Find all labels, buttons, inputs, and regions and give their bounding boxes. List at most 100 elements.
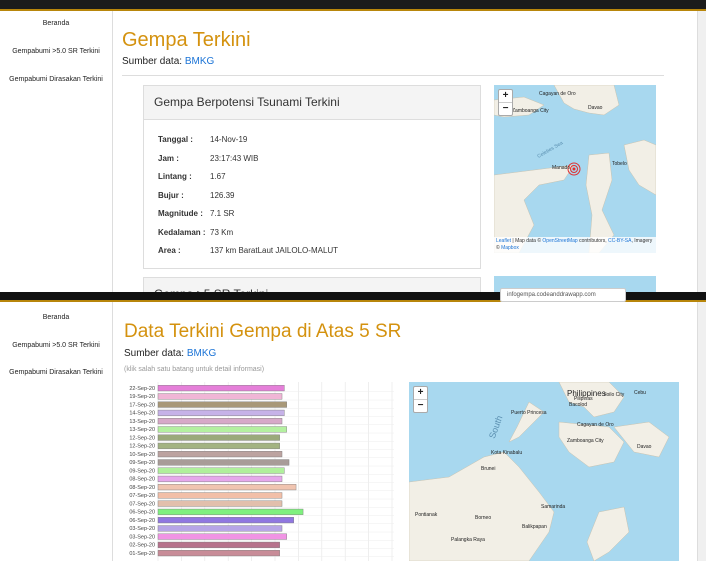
- map-place-label: Cagayan de Oro: [539, 91, 576, 97]
- chart-bar[interactable]: [157, 550, 280, 557]
- map-place-label: Samarinda: [541, 504, 566, 510]
- chart-bar[interactable]: [157, 492, 283, 499]
- top-sidebar: Beranda Gempabumi >5.0 SR Terkini Gempab…: [0, 11, 113, 292]
- chart-category-label: 06-Sep-20: [129, 510, 155, 516]
- chart-bar[interactable]: [157, 418, 283, 425]
- map-place-label: Kota Kinabalu: [491, 450, 523, 456]
- field-row: Lintang : 1.67: [158, 172, 458, 182]
- map-place-label: Davao: [588, 105, 603, 111]
- chart-category-label: 19-Sep-20: [129, 394, 155, 400]
- map-place-label: Zamboanga City: [567, 438, 604, 444]
- nav-gempabumi-terkini[interactable]: Gempabumi >5.0 SR Terkini: [0, 47, 112, 56]
- chart-bar[interactable]: [157, 401, 287, 408]
- field-label: Area :: [158, 246, 181, 255]
- attrib-contrib: contributors,: [577, 238, 607, 244]
- field-value: 126.39: [210, 190, 235, 200]
- map-place-label: Iloilo City: [604, 392, 625, 398]
- map-place-label: Pontianak: [415, 512, 438, 518]
- field-row: Bujur : 126.39: [158, 191, 458, 201]
- chart-bar[interactable]: [157, 409, 285, 416]
- source-link-bmkg[interactable]: BMKG: [185, 56, 214, 67]
- map-place-label: Borneo: [475, 515, 492, 521]
- map-place-label: Cebu: [634, 390, 646, 396]
- url-tooltip: infogempa.codeanddrawapp.com: [500, 288, 626, 302]
- chart-bar[interactable]: [157, 517, 294, 524]
- chart-bar[interactable]: [157, 467, 285, 474]
- chart-category-label: 08-Sep-20: [129, 485, 155, 491]
- top-map-zoom-out-button[interactable]: −: [499, 102, 512, 115]
- chart-category-label: 03-Sep-20: [129, 534, 155, 540]
- magnitude-bar-chart: 22-Sep-20 19-Sep-20 17-Sep-20 14-Sep-20 13-S…: [129, 382, 394, 561]
- chart-category-label: 10-Sep-20: [129, 452, 155, 458]
- chart-category-label: 13-Sep-20: [129, 419, 155, 425]
- chart-page-title: Data Terkini Gempa di Atas 5 SR: [124, 321, 402, 342]
- attrib-cc-link[interactable]: CC-BY-SA: [608, 238, 631, 244]
- map-place-label: Bacolod: [569, 402, 588, 408]
- chart-category-label: 12-Sep-20: [129, 435, 155, 441]
- bottom-source-label: Sumber data:: [124, 348, 185, 359]
- field-value: 7.1 SR: [210, 209, 235, 218]
- source-line: Sumber data: BMKG: [122, 56, 214, 67]
- map-attribution: Leaflet | Map data © OpenStreetMap contr…: [494, 237, 656, 253]
- chart-hint: (klik salah satu batang untuk detail inf…: [124, 366, 265, 373]
- field-label: Jam :: [158, 153, 179, 163]
- field-value: 23:17:43 WIB: [210, 153, 259, 163]
- map-place-label: Palangka Raya: [451, 537, 485, 543]
- nav-beranda-bottom[interactable]: Beranda: [0, 313, 112, 322]
- field-label: Kedalaman :: [158, 227, 206, 237]
- region-map-land-svg: [409, 382, 670, 561]
- chart-bar[interactable]: [157, 475, 283, 482]
- tsunami-card-title: Gempa Berpotensi Tsunami Terkini: [144, 86, 480, 120]
- chart-category-label: 08-Sep-20: [129, 477, 155, 483]
- chart-category-label: 03-Sep-20: [129, 526, 155, 532]
- source-label: Sumber data:: [122, 56, 183, 67]
- map-place-label: Manado: [552, 165, 571, 171]
- map-place-label: Brunei: [481, 466, 496, 472]
- region-map[interactable]: Philippines Pilipinas Puerto Princesa Cagay…: [409, 382, 679, 561]
- field-value: 1.67: [210, 172, 226, 181]
- attrib-osm-link[interactable]: OpenStreetMap: [542, 238, 577, 244]
- nav-beranda[interactable]: Beranda: [0, 19, 112, 28]
- chart-bar[interactable]: [157, 393, 283, 400]
- top-scrollbar[interactable]: [697, 11, 706, 292]
- chart-bar[interactable]: [157, 541, 280, 548]
- chart-bar[interactable]: [157, 508, 304, 515]
- chart-bar[interactable]: [157, 525, 283, 532]
- bottom-map-zoom-in-button[interactable]: +: [414, 387, 427, 399]
- field-label: Lintang :: [158, 172, 192, 181]
- chart-category-label: 12-Sep-20: [129, 444, 155, 450]
- chart-bar[interactable]: [157, 459, 290, 466]
- attrib-mapbox-link[interactable]: Mapbox: [501, 245, 519, 251]
- nav-gempabumi-dirasakan[interactable]: Gempabumi Dirasakan Terkini: [0, 75, 112, 84]
- chart-category-label: 14-Sep-20: [129, 411, 155, 417]
- field-row: Kedalaman : 73 Km: [158, 228, 458, 238]
- chart-bar[interactable]: [157, 426, 287, 433]
- field-row: Jam : 23:17:43 WIB: [158, 154, 458, 164]
- field-row: Tanggal : 14-Nov-19: [158, 135, 458, 145]
- field-label: Magnitude :: [158, 209, 203, 218]
- chart-category-label: 09-Sep-20: [129, 460, 155, 466]
- bottom-map-zoom-out-button[interactable]: −: [414, 399, 427, 412]
- nav-gempabumi-terkini-bottom[interactable]: Gempabumi >5.0 SR Terkini: [0, 341, 112, 350]
- attrib-sep: | Map data ©: [511, 238, 542, 244]
- nav-gempabumi-dirasakan-bottom[interactable]: Gempabumi Dirasakan Terkini: [0, 368, 112, 377]
- top-map-zoom-in-button[interactable]: +: [499, 90, 512, 102]
- chart-bar[interactable]: [157, 500, 283, 507]
- chart-bar[interactable]: [157, 434, 280, 441]
- chart-bar[interactable]: [157, 533, 287, 540]
- chart-bar[interactable]: [157, 385, 285, 392]
- bottom-map-zoom-control: + −: [413, 386, 428, 413]
- chart-bar[interactable]: [157, 484, 297, 491]
- chart-bar[interactable]: [157, 451, 283, 458]
- bottom-source-link-bmkg[interactable]: BMKG: [187, 348, 216, 359]
- tsunami-card: Gempa Berpotensi Tsunami Terkini Tanggal…: [143, 85, 481, 269]
- tsunami-map[interactable]: Cagayan de Oro Zamboanga City Davao Celebes…: [494, 85, 656, 253]
- chart-bar[interactable]: [157, 442, 280, 449]
- map-place-label: Tobelo: [612, 161, 627, 167]
- bottom-scrollbar[interactable]: [697, 302, 706, 561]
- field-row: Magnitude : 7.1 SR: [158, 209, 458, 219]
- chart-category-label: 09-Sep-20: [129, 468, 155, 474]
- attrib-leaflet-link[interactable]: Leaflet: [496, 238, 511, 244]
- map-place-label: Puerto Princesa: [511, 410, 547, 416]
- chart-category-label: 22-Sep-20: [129, 386, 155, 392]
